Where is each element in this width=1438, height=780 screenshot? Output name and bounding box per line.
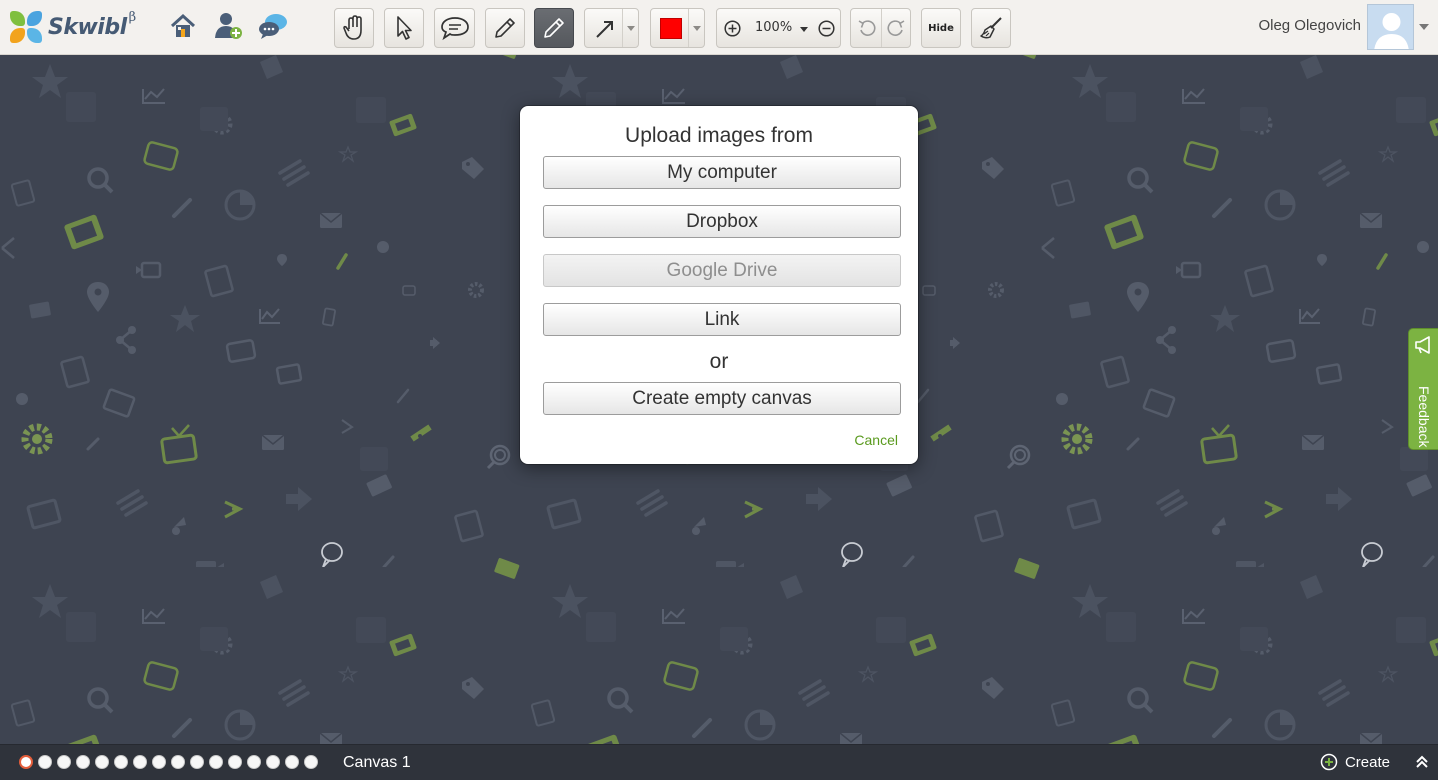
canvas-dot[interactable] <box>228 755 242 769</box>
skwibl-logo-icon <box>8 9 44 45</box>
canvas-dot[interactable] <box>19 755 33 769</box>
canvas-dot[interactable] <box>133 755 147 769</box>
dropbox-button[interactable]: Dropbox <box>543 205 901 238</box>
add-circle-icon <box>1320 753 1338 771</box>
pencil-tool-button[interactable] <box>485 8 525 48</box>
color-picker-button[interactable] <box>650 8 705 48</box>
feedback-tab[interactable]: Feedback <box>1408 328 1438 450</box>
dialog-title: Upload images from <box>625 124 813 147</box>
app-name: Skwibl <box>48 14 127 40</box>
canvas-dot[interactable] <box>57 755 71 769</box>
pencil-icon <box>495 18 515 38</box>
canvas-dot[interactable] <box>114 755 128 769</box>
canvas-dot[interactable] <box>95 755 109 769</box>
comment-icon <box>440 17 469 41</box>
user-name[interactable]: Oleg Olegovich <box>1258 17 1361 34</box>
select-tool-button[interactable] <box>384 8 424 48</box>
chat-icon[interactable] <box>258 10 288 42</box>
feedback-label: Feedback <box>1416 386 1432 448</box>
cancel-link[interactable]: Cancel <box>854 432 898 448</box>
undo-redo-divider <box>881 9 882 47</box>
google-drive-button[interactable]: Google Drive <box>543 254 901 287</box>
app-logo[interactable]: Skwibl β <box>8 8 136 46</box>
canvas-bar: Canvas 1 Create <box>0 744 1438 780</box>
hand-icon <box>343 15 362 40</box>
pointer-icon <box>397 16 412 40</box>
zoom-out-icon[interactable] <box>818 20 835 37</box>
canvas-dot[interactable] <box>152 755 166 769</box>
upload-dialog: Upload images from My computer Dropbox G… <box>520 106 918 464</box>
arrow-dropdown-caret[interactable] <box>622 9 638 47</box>
canvas-name[interactable]: Canvas 1 <box>343 754 411 772</box>
arrow-tool-button[interactable] <box>584 8 639 48</box>
top-toolbar: Skwibl β 100% Hide Oleg Olegovich <box>0 0 1438 55</box>
canvas-dot[interactable] <box>285 755 299 769</box>
megaphone-icon <box>1415 336 1430 354</box>
beta-mark: β <box>128 9 137 25</box>
canvas-dot[interactable] <box>304 755 318 769</box>
user-avatar-icon <box>1374 13 1409 49</box>
zoom-control: 100% <box>716 8 841 48</box>
link-button[interactable]: Link <box>543 303 901 336</box>
home-icon[interactable] <box>168 10 198 42</box>
canvas-dots <box>19 755 318 769</box>
my-computer-button[interactable]: My computer <box>543 156 901 189</box>
create-empty-canvas-button[interactable]: Create empty canvas <box>543 382 901 415</box>
zoom-in-icon[interactable] <box>724 20 741 37</box>
pen-icon <box>544 18 564 38</box>
canvas-dot[interactable] <box>38 755 52 769</box>
or-separator: or <box>709 350 729 373</box>
arrow-icon <box>596 21 613 38</box>
hide-button[interactable]: Hide <box>921 8 961 48</box>
avatar[interactable] <box>1367 4 1414 50</box>
create-label: Create <box>1344 753 1390 771</box>
clear-canvas-button[interactable] <box>971 8 1011 48</box>
redo-icon[interactable] <box>886 18 906 38</box>
canvas-dot[interactable] <box>190 755 204 769</box>
canvas-dot[interactable] <box>266 755 280 769</box>
hide-label: Hide <box>928 22 954 34</box>
add-user-icon[interactable] <box>213 10 243 42</box>
comment-tool-button[interactable] <box>434 8 475 48</box>
canvas-dot[interactable] <box>76 755 90 769</box>
create-button[interactable]: Create <box>1320 753 1390 771</box>
color-swatch <box>660 18 682 39</box>
pen-tool-button[interactable] <box>534 8 574 48</box>
canvas-dot[interactable] <box>209 755 223 769</box>
color-dropdown-caret[interactable] <box>688 9 704 47</box>
zoom-dropdown-caret[interactable] <box>800 27 808 32</box>
canvas-dot[interactable] <box>171 755 185 769</box>
undo-redo-group <box>850 8 911 48</box>
undo-icon[interactable] <box>857 18 877 38</box>
zoom-value[interactable]: 100% <box>755 20 792 35</box>
canvas-dot[interactable] <box>247 755 261 769</box>
expand-up-icon[interactable] <box>1415 755 1429 769</box>
user-menu-caret[interactable] <box>1419 24 1429 30</box>
hand-tool-button[interactable] <box>334 8 374 48</box>
broom-icon <box>980 17 1002 39</box>
